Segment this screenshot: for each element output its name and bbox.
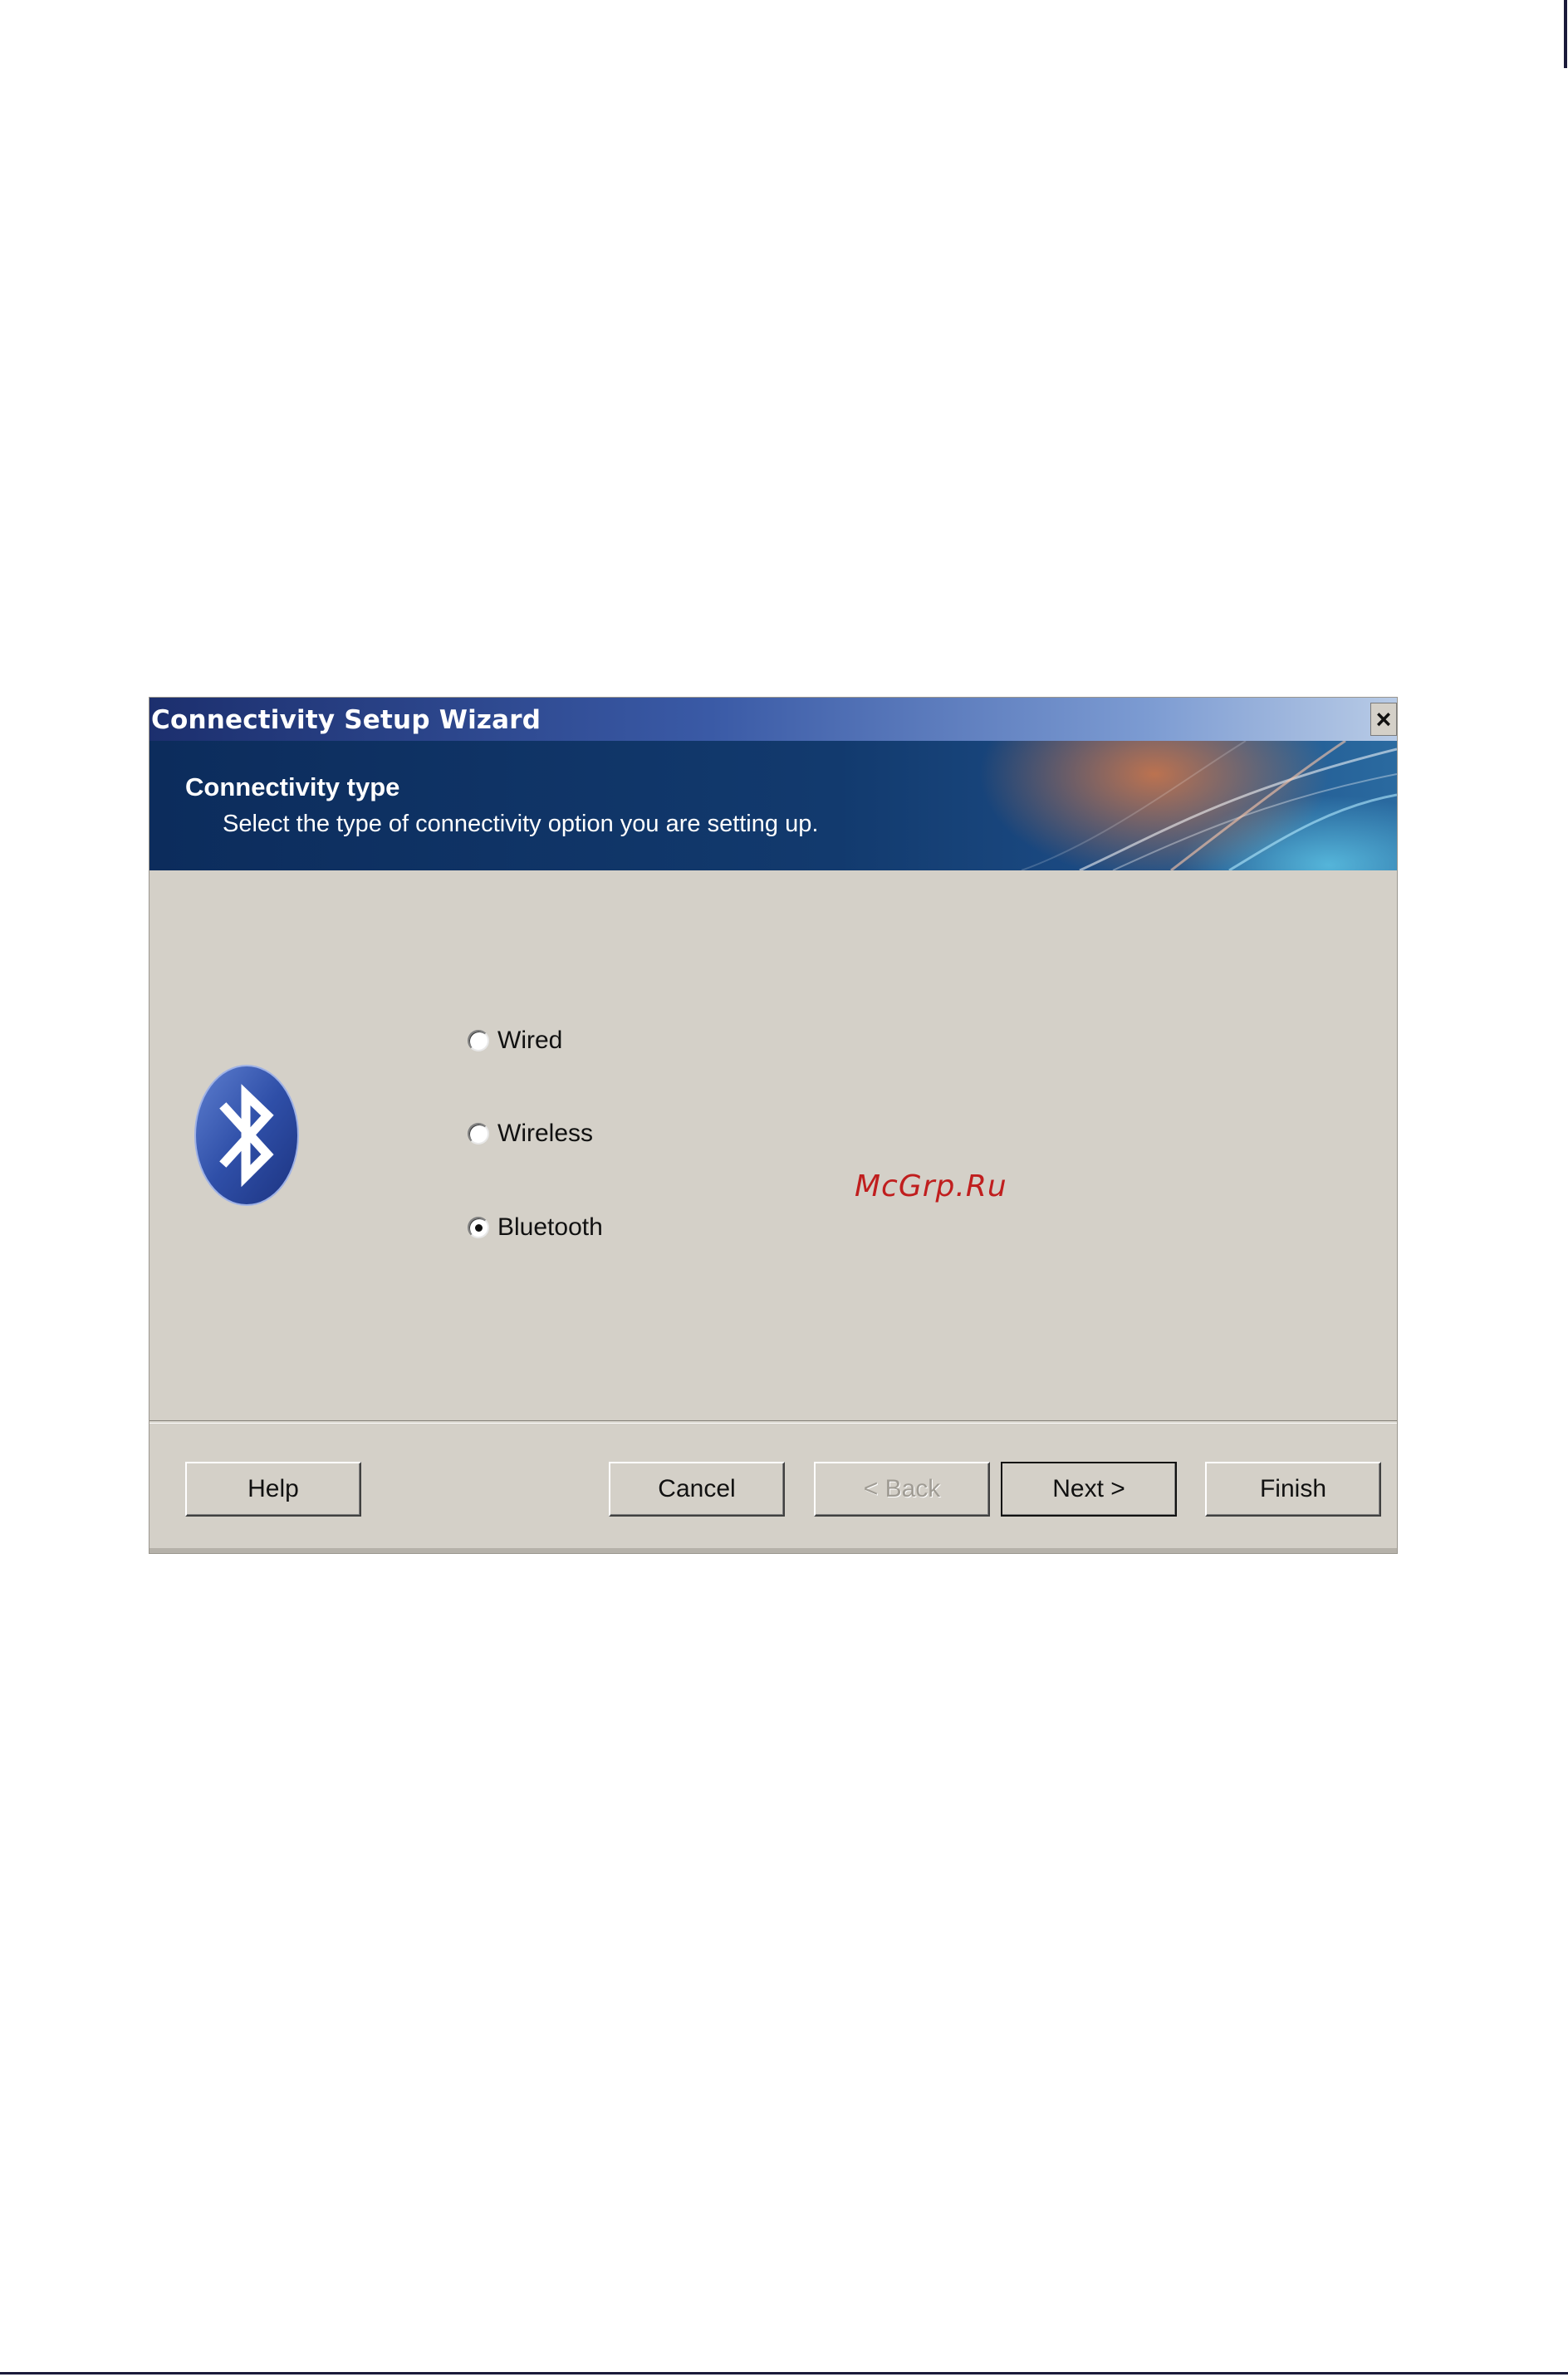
watermark-text: McGrp.Ru bbox=[855, 1169, 1007, 1203]
next-button[interactable]: Next > bbox=[1001, 1462, 1177, 1517]
radio-wired-label: Wired bbox=[497, 1027, 563, 1054]
banner-title: Connectivity type bbox=[185, 772, 400, 801]
radio-wired-button[interactable] bbox=[468, 1030, 489, 1051]
page-edge-mark bbox=[1564, 0, 1567, 68]
close-icon[interactable]: × bbox=[1370, 703, 1397, 736]
radio-bluetooth-button[interactable] bbox=[468, 1217, 489, 1238]
footer-separator bbox=[149, 1420, 1397, 1424]
bluetooth-icon bbox=[194, 1065, 299, 1206]
title-bar[interactable]: Connectivity Setup Wizard × bbox=[149, 698, 1397, 741]
window-title: Connectivity Setup Wizard bbox=[151, 705, 541, 735]
radio-wireless-button[interactable] bbox=[468, 1123, 489, 1144]
banner-subtitle: Select the type of connectivity option y… bbox=[223, 811, 819, 837]
page-bottom-rule bbox=[0, 2372, 1568, 2375]
abstract-swoosh-graphic bbox=[1021, 741, 1397, 870]
back-button[interactable]: < Back bbox=[814, 1462, 990, 1517]
radio-wireless[interactable]: Wireless bbox=[468, 1117, 593, 1150]
finish-button[interactable]: Finish bbox=[1205, 1462, 1381, 1517]
radio-bluetooth-label: Bluetooth bbox=[497, 1213, 603, 1241]
connectivity-setup-dialog: Connectivity Setup Wizard × Connectivity… bbox=[149, 698, 1397, 1553]
help-button[interactable]: Help bbox=[185, 1462, 361, 1517]
radio-wired[interactable]: Wired bbox=[468, 1024, 562, 1057]
radio-bluetooth[interactable]: Bluetooth bbox=[468, 1211, 603, 1244]
radio-wireless-label: Wireless bbox=[497, 1120, 594, 1147]
cancel-button[interactable]: Cancel bbox=[609, 1462, 785, 1517]
wizard-header-banner: Connectivity type Select the type of con… bbox=[149, 741, 1397, 870]
dialog-bottom-edge bbox=[149, 1548, 1397, 1553]
radio-selected-dot bbox=[475, 1224, 483, 1232]
